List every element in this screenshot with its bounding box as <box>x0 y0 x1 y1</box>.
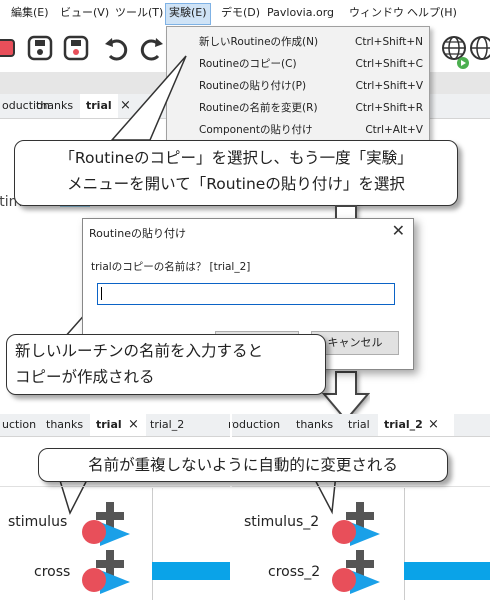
menu-item-label: Componentの貼り付け <box>199 124 313 136</box>
timeline-line <box>232 486 490 487</box>
routine-tabs-bottom: uction thanks trial × trial_2 roduction … <box>0 414 490 437</box>
tab-trial[interactable]: trial <box>342 414 376 436</box>
component-icon[interactable] <box>78 500 134 550</box>
split-divider <box>230 414 232 600</box>
undo-icon[interactable] <box>102 34 130 62</box>
save-as-icon[interactable] <box>62 34 90 62</box>
component-icon[interactable] <box>78 548 134 598</box>
callout-3: 名前が重複しないように自動的に変更される <box>38 448 448 482</box>
redo-icon[interactable] <box>138 34 166 62</box>
menu-item-label: Routineの名前を変更(R) <box>199 102 318 114</box>
tab-thanks[interactable]: thanks <box>40 414 89 436</box>
menu-tools[interactable]: ツール(T) <box>112 3 166 23</box>
menu-item-label: Routineの貼り付け(P) <box>199 80 307 92</box>
menu-item-new-routine[interactable]: 新しいRoutineの作成(N) Ctrl+Shift+N <box>167 31 429 53</box>
callout-2-line-2: コピーが作成される <box>15 368 155 386</box>
component-icon[interactable] <box>328 548 384 598</box>
routine-name-input[interactable] <box>97 283 395 305</box>
callout-2: 新しいルーチンの名前を入力すると コピーが作成される <box>6 334 326 395</box>
component-icon[interactable] <box>328 500 384 550</box>
text-cursor <box>101 287 102 300</box>
menu-demos[interactable]: デモ(D) <box>218 3 263 23</box>
menu-item-shortcut: Ctrl+Shift+V <box>355 80 423 92</box>
menu-experiment[interactable]: 実験(E) <box>165 3 211 25</box>
menu-item-shortcut: Ctrl+Shift+C <box>355 58 423 70</box>
menu-edit[interactable]: 編集(E) <box>8 3 52 23</box>
component-timebar[interactable] <box>404 562 490 580</box>
component-label-stimulus-2: stimulus_2 <box>244 514 320 530</box>
menu-item-shortcut: Ctrl+Shift+R <box>355 102 423 114</box>
callout-2-line-1: 新しいルーチンの名前を入力すると <box>15 342 264 360</box>
tab-introduction[interactable]: uction <box>0 414 42 436</box>
menu-item-label: Routineのコピー(C) <box>199 58 297 70</box>
menu-item-paste-component[interactable]: Componentの貼り付け Ctrl+Alt+V <box>167 119 429 141</box>
tab-trial[interactable]: trial <box>80 94 118 118</box>
menu-item-rename-routine[interactable]: Routineの名前を変更(R) Ctrl+Shift+R <box>167 97 429 119</box>
callout-1: 「Routineのコピー」を選択し、もう一度「実験」 メニューを開いて「Rout… <box>14 140 458 206</box>
tab-thanks[interactable]: thanks <box>30 94 79 118</box>
timeline-axis <box>152 488 153 600</box>
run-badge-icon <box>457 57 469 69</box>
tab-thanks[interactable]: thanks <box>290 414 339 436</box>
menu-item-paste-routine[interactable]: Routineの貼り付け(P) Ctrl+Shift+V <box>167 75 429 97</box>
timeline-line <box>0 486 230 487</box>
menu-window[interactable]: ウィンドウ <box>346 3 407 23</box>
close-icon[interactable]: ✕ <box>392 221 405 240</box>
component-label-stimulus: stimulus <box>8 514 68 530</box>
menu-item-shortcut: Ctrl+Shift+N <box>355 36 423 48</box>
menubar: 編集(E) ビュー(V) ツール(T) 実験(E) デモ(D) Pavlovia… <box>0 0 490 27</box>
save-icon[interactable] <box>26 34 54 62</box>
component-label-cross: cross <box>34 564 71 580</box>
globe-run-icon[interactable] <box>468 34 490 62</box>
open-folder-icon[interactable] <box>0 34 18 62</box>
tab-close-icon[interactable]: × <box>122 414 145 436</box>
menu-pavlovia[interactable]: Pavlovia.org <box>264 3 337 23</box>
menu-view[interactable]: ビュー(V) <box>57 3 112 23</box>
menu-item-label: 新しいRoutineの作成(N) <box>199 36 319 48</box>
callout-1-line-2: メニューを開いて「Routineの貼り付け」を選択 <box>67 175 405 193</box>
menu-help[interactable]: ヘルプ(H) <box>404 3 460 23</box>
component-timebar[interactable] <box>152 562 230 580</box>
dialog-title: Routineの貼り付け <box>89 227 186 240</box>
tab-close-icon[interactable]: × <box>422 414 445 436</box>
experiment-menu-dropdown: 新しいRoutineの作成(N) Ctrl+Shift+N Routineのコピ… <box>166 26 430 142</box>
tab-trial-2[interactable]: trial_2 <box>144 414 190 436</box>
dialog-prompt: trialのコピーの名前は？ [trial_2] <box>91 261 251 273</box>
timeline-axis <box>404 488 405 600</box>
menu-item-shortcut: Ctrl+Alt+V <box>365 124 423 136</box>
tab-close-icon[interactable]: × <box>114 94 137 118</box>
callout-1-line-1: 「Routineのコピー」を選択し、もう一度「実験」 <box>59 149 413 167</box>
menu-item-copy-routine[interactable]: Routineのコピー(C) Ctrl+Shift+C <box>167 53 429 75</box>
component-label-cross-2: cross_2 <box>268 564 321 580</box>
